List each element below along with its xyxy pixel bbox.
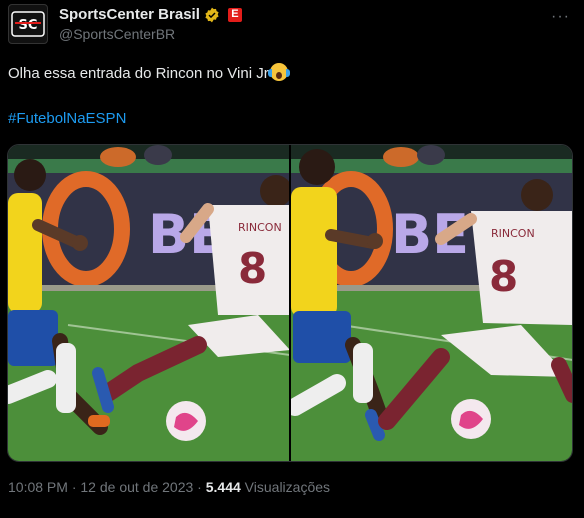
espn-affiliate-badge[interactable]: E [227,7,242,22]
tweet-media[interactable]: BET RINCON 8 BET RINCON 8 [7,144,573,462]
match-photo-right: BET RINCON 8 [291,145,572,461]
sportscenter-logo-icon: SC [11,11,45,37]
meta-separator: · [67,479,81,495]
svg-text:8: 8 [489,252,518,301]
svg-text:8: 8 [238,244,267,293]
svg-text:RINCON: RINCON [238,221,282,234]
tweet-meta: 10:08 PM · 12 de out de 2023 · 5.444 Vis… [8,479,330,495]
scream-emoji-icon [267,63,290,81]
handle[interactable]: @SportsCenterBR [59,26,175,42]
tweet-header: SC SportsCenter Brasil E @SportsCenterBR… [8,4,576,44]
views-count: 5.444 [205,479,241,495]
views-label: Visualizações [240,479,331,495]
avatar[interactable]: SC [8,4,48,44]
tweet-text-content: Olha essa entrada do Rincon no Vini Jr [8,65,269,82]
media-image-right[interactable]: BET RINCON 8 [291,145,572,461]
hashtag-link[interactable]: #FutebolNaESPN [8,110,126,127]
display-name[interactable]: SportsCenter Brasil [59,6,200,23]
media-image-left[interactable]: BET RINCON 8 [8,145,289,461]
tweet-time[interactable]: 10:08 PM [8,479,68,495]
meta-separator: · [193,479,206,495]
name-row: SportsCenter Brasil E [59,6,242,23]
svg-text:SC: SC [19,18,38,33]
more-options-icon[interactable]: ··· [551,8,570,26]
verified-badge-icon[interactable] [204,7,220,23]
tweet-text: Olha essa entrada do Rincon no Vini Jr [8,63,290,84]
tweet-date[interactable]: 12 de out de 2023 [80,479,193,495]
svg-text:RINCON: RINCON [491,227,535,240]
match-photo-left: BET RINCON 8 [8,145,289,461]
